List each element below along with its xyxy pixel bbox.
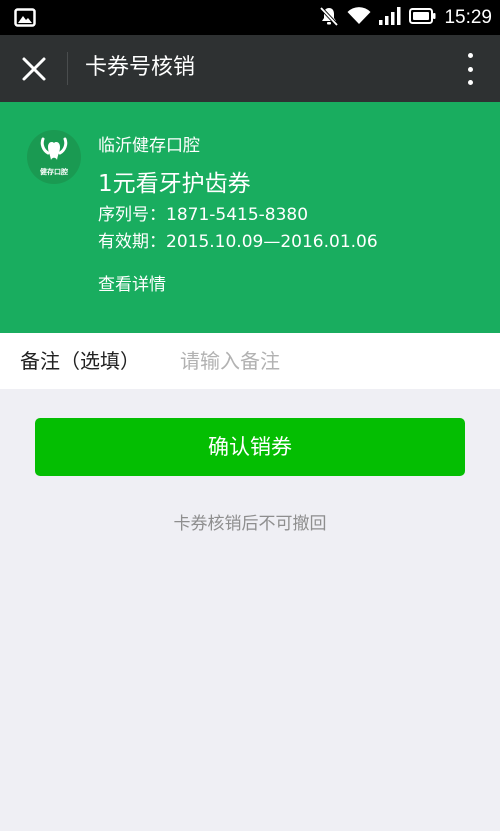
status-time: 15:29 — [444, 6, 492, 28]
remark-row: 备注（选填） — [0, 333, 500, 389]
irreversible-notice: 卡券核销后不可撤回 — [173, 514, 327, 534]
coupon-serial: 序列号：1871-5415-8380 — [98, 205, 309, 225]
close-icon[interactable] — [18, 53, 50, 85]
coupon-title: 1元看牙护齿券 — [98, 171, 251, 197]
remark-label: 备注（选填） — [20, 349, 140, 373]
more-vertical-icon[interactable] — [462, 51, 478, 87]
view-details-link[interactable]: 查看详情 — [98, 273, 166, 297]
logo-text: 健存口腔 — [40, 168, 68, 176]
coupon-validity: 有效期：2015.10.09—2016.01.06 — [98, 232, 378, 252]
merchant-logo: 健存口腔 — [27, 130, 81, 184]
nav-divider — [67, 52, 68, 85]
page-title: 卡券号核销 — [85, 55, 196, 80]
signal-icon — [379, 6, 401, 29]
wifi-icon — [347, 6, 371, 29]
nav-bar: 卡券号核销 — [0, 35, 500, 102]
merchant-name: 临沂健存口腔 — [98, 136, 200, 156]
status-bar: 15:29 — [0, 0, 500, 35]
mute-icon — [319, 6, 339, 30]
coupon-card: 健存口腔 临沂健存口腔 1元看牙护齿券 序列号：1871-5415-8380 有… — [0, 102, 500, 333]
image-notification-icon — [14, 8, 36, 31]
remark-input[interactable] — [180, 345, 480, 377]
battery-icon — [409, 7, 436, 28]
confirm-redeem-button[interactable]: 确认销券 — [35, 418, 465, 476]
